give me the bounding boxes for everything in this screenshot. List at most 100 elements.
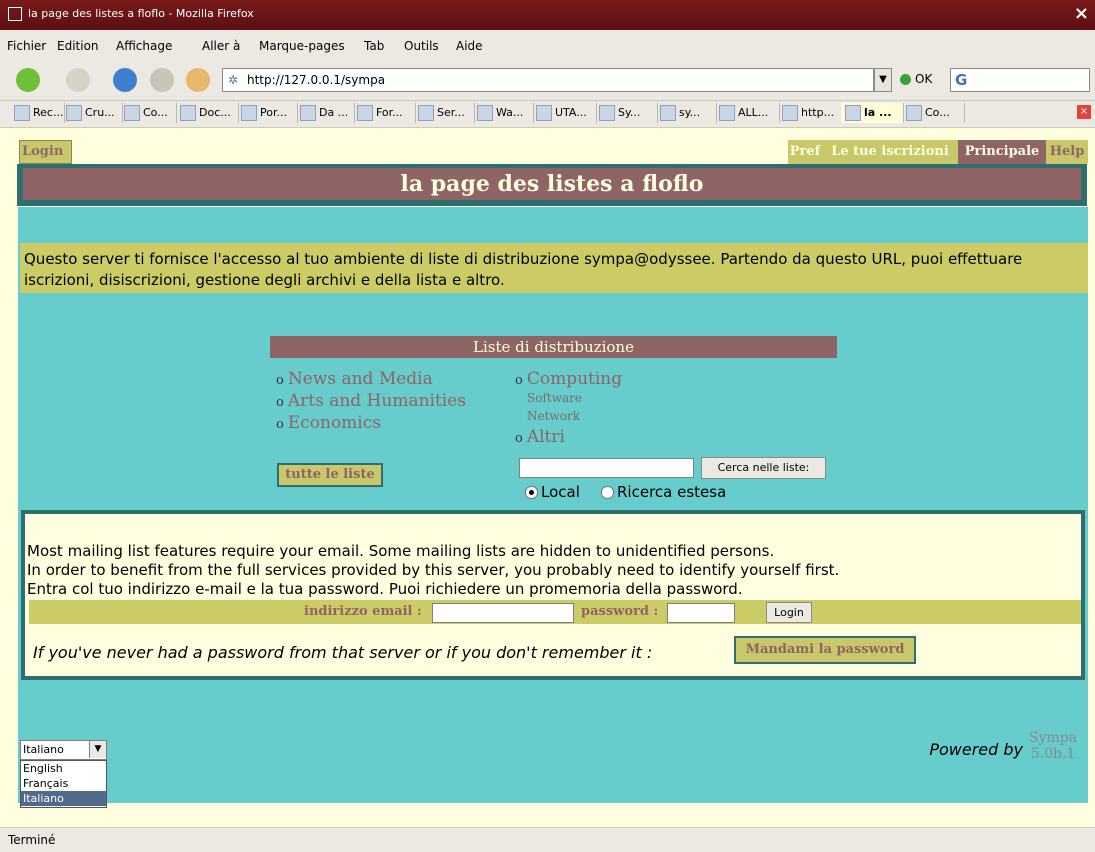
menu-aide[interactable]: Aide <box>456 39 483 53</box>
login-button[interactable]: Login <box>766 602 812 623</box>
login-box: Most mailing list features require your … <box>21 510 1085 680</box>
bookmark-label: Wa... <box>496 106 524 119</box>
home-icon[interactable] <box>186 68 210 92</box>
language-select[interactable]: Italiano ▼ <box>20 740 107 760</box>
login-info-line1: Most mailing list features require your … <box>27 542 775 560</box>
category-economics[interactable]: o Economics <box>276 413 381 433</box>
sympa-logo[interactable]: Sympa 5.0b.1 <box>1029 730 1077 762</box>
url-dropdown-icon[interactable]: ▼ <box>874 68 892 92</box>
window-icon[interactable] <box>8 7 22 21</box>
bookmark-icon <box>418 105 434 121</box>
bullet: o <box>276 373 284 388</box>
send-password-button[interactable]: Mandami la password <box>734 636 916 664</box>
bookmark-icon <box>180 105 196 121</box>
menu-help[interactable]: Help <box>1046 140 1088 164</box>
bookmark-item[interactable]: For... <box>353 103 416 123</box>
reload-icon[interactable] <box>113 68 137 92</box>
bookmark-icon <box>845 105 861 121</box>
intro-text: Questo server ti fornisce l'accesso al t… <box>20 243 1088 293</box>
page-header: la page des listes a floflo <box>17 164 1087 206</box>
menu-subscriptions[interactable]: Le tue iscrizioni <box>822 140 958 164</box>
bookmark-item[interactable]: ALL... <box>715 103 780 123</box>
bookmark-icon <box>124 105 140 121</box>
language-options: English Français Italiano <box>20 760 107 808</box>
language-option-english[interactable]: English <box>21 761 106 776</box>
bookmark-item[interactable]: Cru... <box>62 103 123 123</box>
sympa-version: 5.0b.1 <box>1030 746 1076 762</box>
search-lists-input[interactable] <box>519 458 694 478</box>
bookmark-item[interactable]: Rec... <box>10 103 65 123</box>
login-info-line3: Entra col tuo indirizzo e-mail e la tua … <box>27 580 743 598</box>
bookmark-item[interactable]: Ser... <box>414 103 475 123</box>
search-box[interactable]: G <box>950 68 1090 92</box>
menu-aller[interactable]: Aller à <box>202 39 240 53</box>
language-option-italiano[interactable]: Italiano <box>21 791 106 806</box>
category-arts-humanities[interactable]: o Arts and Humanities <box>276 391 466 411</box>
back-icon[interactable] <box>16 68 40 92</box>
radio-extended-icon <box>601 486 614 499</box>
bookmark-icon <box>536 105 552 121</box>
bookmark-item[interactable]: sy... <box>656 103 717 123</box>
subcategory-software[interactable]: Software <box>527 391 582 405</box>
sympa-name: Sympa <box>1029 730 1078 746</box>
bookmark-icon <box>241 105 257 121</box>
bookmark-item[interactable]: Da ... <box>296 103 355 123</box>
bookmark-label: ALL... <box>738 106 769 119</box>
menu-outils[interactable]: Outils <box>404 39 439 53</box>
radio-extended[interactable]: Ricerca estesa <box>601 483 726 501</box>
category-label: Altri <box>526 427 565 447</box>
bookmark-item[interactable]: UTA... <box>532 103 597 123</box>
password-field[interactable] <box>667 603 735 623</box>
category-computing[interactable]: o Computing <box>515 369 622 389</box>
login-link[interactable]: Login <box>19 140 72 164</box>
bookmark-icon <box>719 105 735 121</box>
go-button[interactable]: OK <box>900 72 932 86</box>
bookmark-label: Co... <box>925 106 950 119</box>
category-label: Economics <box>287 413 381 433</box>
bookmark-item[interactable]: Co... <box>902 103 965 123</box>
bookmark-label: Doc... <box>199 106 231 119</box>
web-page: Login Pref Le tue iscrizioni Principale … <box>0 128 1095 827</box>
email-field[interactable] <box>432 603 574 623</box>
menu-affichage[interactable]: Affichage <box>116 39 172 53</box>
google-icon: G <box>955 71 968 89</box>
bookmark-item[interactable]: http... <box>778 103 843 123</box>
category-news-media[interactable]: o News and Media <box>276 369 433 389</box>
menu-fichier[interactable]: Fichier <box>7 39 46 53</box>
bookmark-icon <box>599 105 615 121</box>
menu-preferences[interactable]: Pref <box>788 140 822 164</box>
menu-marque-pages[interactable]: Marque-pages <box>259 39 345 53</box>
subcategory-network[interactable]: Network <box>527 409 580 423</box>
menu-main[interactable]: Principale <box>958 140 1046 164</box>
bookmark-label: Por... <box>260 106 287 119</box>
bookmark-item[interactable]: Doc... <box>176 103 239 123</box>
search-lists-button[interactable]: Cerca nelle liste: <box>701 457 826 479</box>
bookmark-icon <box>906 105 922 121</box>
status-bar: Terminé <box>0 827 1095 852</box>
window-titlebar: la page des listes a floflo - Mozilla Fi… <box>0 0 1095 30</box>
forward-icon[interactable] <box>66 68 90 92</box>
url-bar[interactable]: ✲ http://127.0.0.1/sympa <box>222 68 874 92</box>
bookmark-item[interactable]: Co... <box>120 103 177 123</box>
bookmark-item[interactable]: Por... <box>237 103 298 123</box>
all-lists-button[interactable]: tutte le liste <box>277 463 383 487</box>
stop-icon[interactable] <box>150 68 174 92</box>
menu-tab[interactable]: Tab <box>364 39 384 53</box>
go-icon <box>900 74 911 85</box>
bookmark-item[interactable]: Wa... <box>473 103 534 123</box>
close-tab-icon[interactable]: × <box>1077 105 1091 119</box>
login-info-line2: In order to benefit from the full servic… <box>27 561 840 579</box>
bookmark-label: Da ... <box>319 106 349 119</box>
radio-local[interactable]: Local <box>525 483 580 501</box>
language-option-francais[interactable]: Français <box>21 776 106 791</box>
close-icon[interactable]: × <box>1074 3 1089 24</box>
tab-active[interactable]: la ... <box>841 103 904 123</box>
category-other[interactable]: o Altri <box>515 427 565 447</box>
chevron-down-icon[interactable]: ▼ <box>89 741 106 758</box>
menu-edition[interactable]: Edition <box>57 39 99 53</box>
bookmark-label: sy... <box>679 106 701 119</box>
login-box-inner: Most mailing list features require your … <box>25 514 1081 676</box>
bookmark-icon <box>477 105 493 121</box>
bookmark-item[interactable]: Sy... <box>595 103 658 123</box>
bookmark-icon <box>14 105 30 121</box>
